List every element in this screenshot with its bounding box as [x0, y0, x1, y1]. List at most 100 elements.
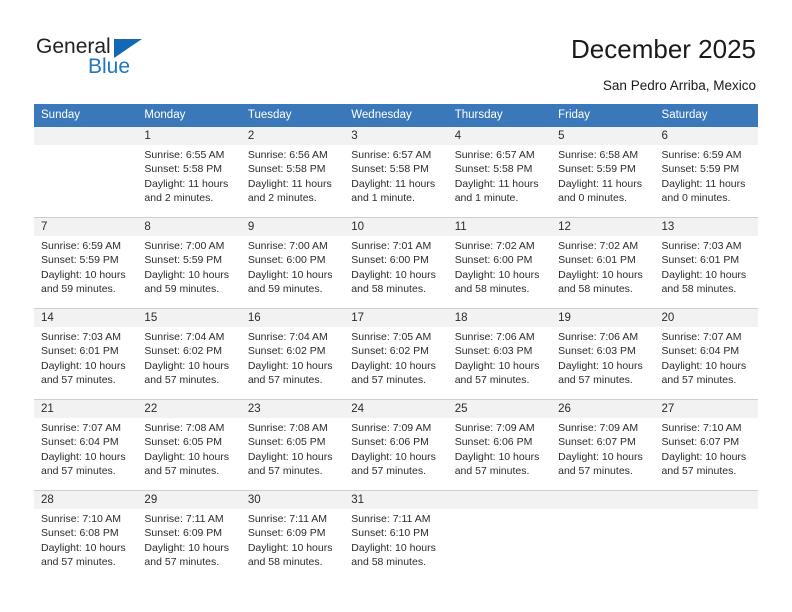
day-cell-content: 19 Sunrise: 7:06 AM Sunset: 6:03 PM Dayl… — [551, 309, 655, 399]
calendar-day-cell[interactable]: 19 Sunrise: 7:06 AM Sunset: 6:03 PM Dayl… — [551, 308, 655, 400]
calendar-day-cell[interactable] — [551, 490, 655, 581]
day-number — [551, 491, 655, 509]
calendar-day-cell[interactable]: 4 Sunrise: 6:57 AM Sunset: 5:58 PM Dayli… — [447, 127, 552, 218]
calendar-day-cell[interactable]: 12 Sunrise: 7:02 AM Sunset: 6:01 PM Dayl… — [551, 217, 655, 309]
day-details: Sunrise: 7:00 AM Sunset: 5:59 PM Dayligh… — [137, 236, 240, 297]
sunset-text: Sunset: 6:01 PM — [558, 254, 636, 267]
calendar-day-cell[interactable]: 8 Sunrise: 7:00 AM Sunset: 5:59 PM Dayli… — [137, 217, 241, 309]
calendar-day-cell[interactable]: 20 Sunrise: 7:07 AM Sunset: 6:04 PM Dayl… — [654, 308, 758, 400]
calendar-day-cell[interactable] — [447, 490, 552, 581]
calendar-day-cell[interactable]: 11 Sunrise: 7:02 AM Sunset: 6:00 PM Dayl… — [447, 217, 552, 309]
calendar-day-cell[interactable]: 3 Sunrise: 6:57 AM Sunset: 5:58 PM Dayli… — [344, 127, 448, 218]
day-number: 6 — [654, 127, 758, 145]
sunrise-text: Sunrise: 7:02 AM — [454, 240, 535, 252]
day-cell-content: 20 Sunrise: 7:07 AM Sunset: 6:04 PM Dayl… — [654, 309, 758, 399]
calendar-day-cell[interactable]: 10 Sunrise: 7:01 AM Sunset: 6:00 PM Dayl… — [344, 217, 448, 309]
day-cell-content: 24 Sunrise: 7:09 AM Sunset: 6:06 PM Dayl… — [344, 400, 448, 490]
day-details: Sunrise: 7:11 AM Sunset: 6:10 PM Dayligh… — [344, 509, 447, 570]
day-number: 25 — [447, 400, 552, 418]
calendar-day-cell[interactable]: 31 Sunrise: 7:11 AM Sunset: 6:10 PM Dayl… — [344, 490, 448, 581]
day-number: 22 — [137, 400, 241, 418]
calendar-day-cell[interactable]: 5 Sunrise: 6:58 AM Sunset: 5:59 PM Dayli… — [551, 127, 655, 218]
calendar-day-cell[interactable]: 9 Sunrise: 7:00 AM Sunset: 6:00 PM Dayli… — [240, 217, 345, 309]
sunset-text: Sunset: 6:06 PM — [454, 436, 533, 449]
daylight-text-line2: and 1 minute. — [454, 192, 519, 205]
day-details: Sunrise: 7:04 AM Sunset: 6:02 PM Dayligh… — [241, 327, 344, 388]
day-details: Sunrise: 7:09 AM Sunset: 6:06 PM Dayligh… — [448, 418, 551, 479]
calendar-day-cell[interactable]: 26 Sunrise: 7:09 AM Sunset: 6:07 PM Dayl… — [551, 399, 655, 491]
day-number: 8 — [137, 218, 241, 236]
calendar-day-cell[interactable]: 16 Sunrise: 7:04 AM Sunset: 6:02 PM Dayl… — [240, 308, 345, 400]
sunset-text: Sunset: 5:58 PM — [454, 163, 533, 176]
day-number: 20 — [654, 309, 758, 327]
daylight-text-line2: and 0 minutes. — [558, 192, 627, 205]
daylight-text-line1: Daylight: 10 hours — [144, 450, 230, 463]
calendar-day-cell[interactable]: 28 Sunrise: 7:10 AM Sunset: 6:08 PM Dayl… — [34, 490, 138, 581]
weekday-header-friday: Friday — [551, 104, 655, 127]
general-blue-logo[interactable]: General Blue — [36, 36, 216, 86]
calendar-day-cell[interactable]: 18 Sunrise: 7:06 AM Sunset: 6:03 PM Dayl… — [447, 308, 552, 400]
calendar-day-cell[interactable]: 25 Sunrise: 7:09 AM Sunset: 6:06 PM Dayl… — [447, 399, 552, 491]
weekday-header-monday: Monday — [137, 104, 241, 127]
day-number: 3 — [344, 127, 448, 145]
daylight-text-line1: Daylight: 10 hours — [41, 450, 126, 463]
daylight-text-line1: Daylight: 10 hours — [41, 359, 126, 372]
day-details: Sunrise: 6:58 AM Sunset: 5:59 PM Dayligh… — [551, 145, 654, 206]
sunrise-text: Sunrise: 7:09 AM — [558, 422, 639, 434]
calendar-day-cell[interactable]: 21 Sunrise: 7:07 AM Sunset: 6:04 PM Dayl… — [34, 399, 138, 491]
daylight-text-line1: Daylight: 11 hours — [454, 177, 539, 190]
daylight-text-line2: and 57 minutes. — [454, 465, 530, 478]
daylight-text-line2: and 57 minutes. — [661, 374, 737, 387]
calendar-day-cell[interactable]: 14 Sunrise: 7:03 AM Sunset: 6:01 PM Dayl… — [34, 308, 138, 400]
day-cell-content: 29 Sunrise: 7:11 AM Sunset: 6:09 PM Dayl… — [137, 491, 241, 581]
day-details: Sunrise: 7:01 AM Sunset: 6:00 PM Dayligh… — [344, 236, 447, 297]
calendar-day-cell[interactable]: 17 Sunrise: 7:05 AM Sunset: 6:02 PM Dayl… — [344, 308, 448, 400]
calendar-day-cell[interactable]: 2 Sunrise: 6:56 AM Sunset: 5:58 PM Dayli… — [240, 127, 345, 218]
day-number: 24 — [344, 400, 448, 418]
calendar-day-cell[interactable]: 15 Sunrise: 7:04 AM Sunset: 6:02 PM Dayl… — [137, 308, 241, 400]
calendar-day-cell[interactable]: 1 Sunrise: 6:55 AM Sunset: 5:58 PM Dayli… — [137, 127, 241, 218]
day-cell-content: 9 Sunrise: 7:00 AM Sunset: 6:00 PM Dayli… — [240, 218, 345, 308]
sunrise-text: Sunrise: 6:56 AM — [247, 149, 328, 161]
daylight-text-line2: and 57 minutes. — [41, 465, 116, 478]
day-details: Sunrise: 6:57 AM Sunset: 5:58 PM Dayligh… — [344, 145, 447, 206]
daylight-text-line2: and 0 minutes. — [661, 192, 731, 205]
day-cell-content — [551, 491, 655, 581]
day-details: Sunrise: 7:07 AM Sunset: 6:04 PM Dayligh… — [34, 418, 137, 479]
day-cell-content — [34, 127, 138, 217]
calendar-day-cell[interactable]: 24 Sunrise: 7:09 AM Sunset: 6:06 PM Dayl… — [344, 399, 448, 491]
daylight-text-line1: Daylight: 10 hours — [144, 268, 230, 281]
day-details: Sunrise: 7:10 AM Sunset: 6:08 PM Dayligh… — [34, 509, 137, 570]
calendar-day-cell[interactable]: 29 Sunrise: 7:11 AM Sunset: 6:09 PM Dayl… — [137, 490, 241, 581]
calendar-day-cell[interactable]: 22 Sunrise: 7:08 AM Sunset: 6:05 PM Dayl… — [137, 399, 241, 491]
calendar-day-cell[interactable] — [654, 490, 758, 581]
sunset-text: Sunset: 6:08 PM — [41, 527, 119, 540]
daylight-text-line2: and 58 minutes. — [454, 283, 530, 296]
calendar-day-cell[interactable]: 7 Sunrise: 6:59 AM Sunset: 5:59 PM Dayli… — [34, 217, 138, 309]
day-number: 23 — [240, 400, 345, 418]
daylight-text-line1: Daylight: 11 hours — [661, 177, 746, 190]
weekday-header-tuesday: Tuesday — [240, 104, 345, 127]
calendar-week-row: 7 Sunrise: 6:59 AM Sunset: 5:59 PM Dayli… — [34, 217, 758, 309]
sunrise-text: Sunrise: 7:07 AM — [41, 422, 121, 434]
calendar-day-cell[interactable]: 27 Sunrise: 7:10 AM Sunset: 6:07 PM Dayl… — [654, 399, 758, 491]
day-cell-content: 26 Sunrise: 7:09 AM Sunset: 6:07 PM Dayl… — [551, 400, 655, 490]
calendar-day-cell[interactable]: 13 Sunrise: 7:03 AM Sunset: 6:01 PM Dayl… — [654, 217, 758, 309]
day-cell-content: 7 Sunrise: 6:59 AM Sunset: 5:59 PM Dayli… — [34, 218, 138, 308]
sunrise-text: Sunrise: 7:09 AM — [351, 422, 432, 434]
daylight-text-line2: and 57 minutes. — [661, 465, 737, 478]
daylight-text-line2: and 59 minutes. — [144, 283, 220, 296]
day-cell-content: 8 Sunrise: 7:00 AM Sunset: 5:59 PM Dayli… — [137, 218, 241, 308]
day-cell-content — [447, 491, 552, 581]
calendar-day-cell[interactable]: 23 Sunrise: 7:08 AM Sunset: 6:05 PM Dayl… — [240, 399, 345, 491]
day-details — [34, 145, 137, 148]
calendar-day-cell[interactable] — [34, 127, 138, 218]
day-details: Sunrise: 7:06 AM Sunset: 6:03 PM Dayligh… — [551, 327, 654, 388]
sunrise-text: Sunrise: 7:10 AM — [661, 422, 742, 434]
day-details: Sunrise: 7:08 AM Sunset: 6:05 PM Dayligh… — [241, 418, 344, 479]
day-details: Sunrise: 7:06 AM Sunset: 6:03 PM Dayligh… — [448, 327, 551, 388]
calendar-day-cell[interactable]: 6 Sunrise: 6:59 AM Sunset: 5:59 PM Dayli… — [654, 127, 758, 218]
daylight-text-line2: and 59 minutes. — [247, 283, 323, 296]
calendar-day-cell[interactable]: 30 Sunrise: 7:11 AM Sunset: 6:09 PM Dayl… — [240, 490, 345, 581]
sunset-text: Sunset: 6:10 PM — [351, 527, 429, 540]
